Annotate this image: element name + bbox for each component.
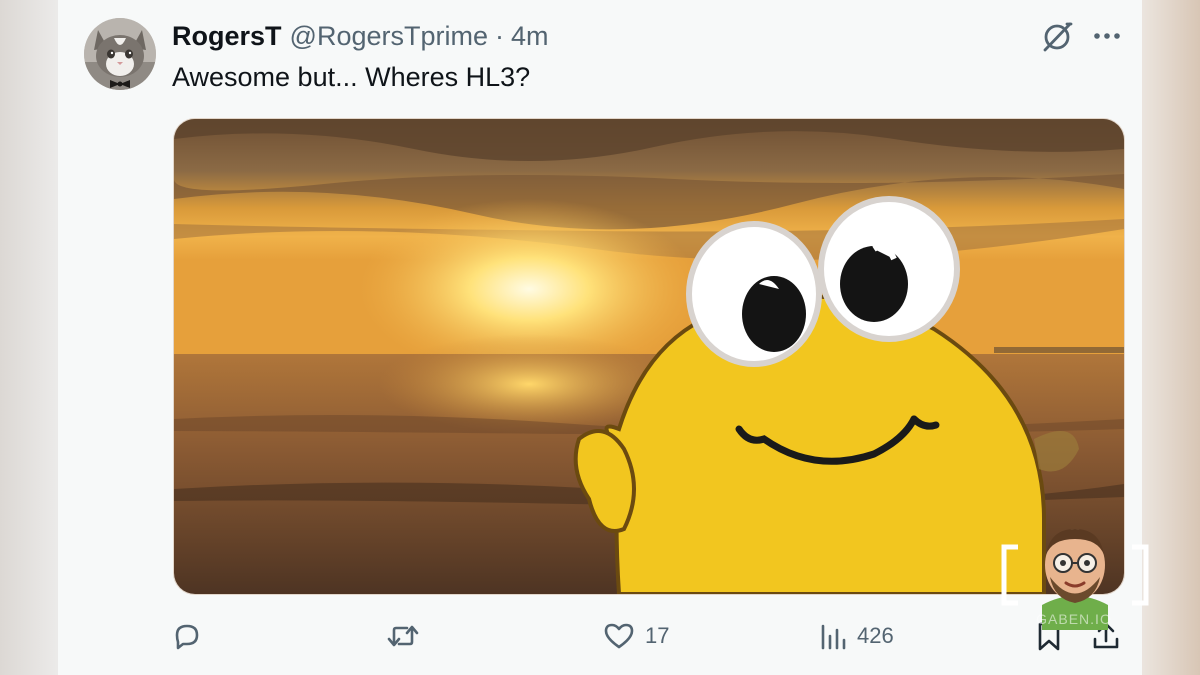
author-display-name[interactable]: RogersT xyxy=(172,20,282,52)
views-button[interactable]: 426 xyxy=(819,618,894,654)
backdrop-left xyxy=(0,0,60,675)
author-handle[interactable]: @RogersTprime xyxy=(290,20,488,52)
tweet-header: RogersT @RogersTprime · 4m xyxy=(172,20,549,52)
author-avatar[interactable] xyxy=(84,18,156,90)
sunset-cartoon-gif xyxy=(174,119,1124,594)
tweet-timestamp[interactable]: 4m xyxy=(511,20,549,52)
header-separator: · xyxy=(494,21,504,51)
grok-icon[interactable] xyxy=(1040,18,1076,54)
tweet-media-gif[interactable] xyxy=(173,118,1125,595)
more-icon[interactable] xyxy=(1090,18,1126,54)
views-chart-icon xyxy=(821,624,846,650)
retweet-icon xyxy=(387,625,419,647)
reply-icon xyxy=(175,624,199,650)
watermark-text: GABEN.IO xyxy=(1036,611,1112,627)
reply-button[interactable] xyxy=(171,618,203,654)
heart-icon xyxy=(604,623,634,649)
views-count: 426 xyxy=(857,623,894,648)
like-button[interactable]: 17 xyxy=(603,618,669,654)
cat-avatar-icon xyxy=(84,18,156,90)
like-count: 17 xyxy=(645,623,670,648)
retweet-button[interactable] xyxy=(386,618,420,654)
tweet-text: Awesome but... Wheres HL3? xyxy=(172,62,531,92)
